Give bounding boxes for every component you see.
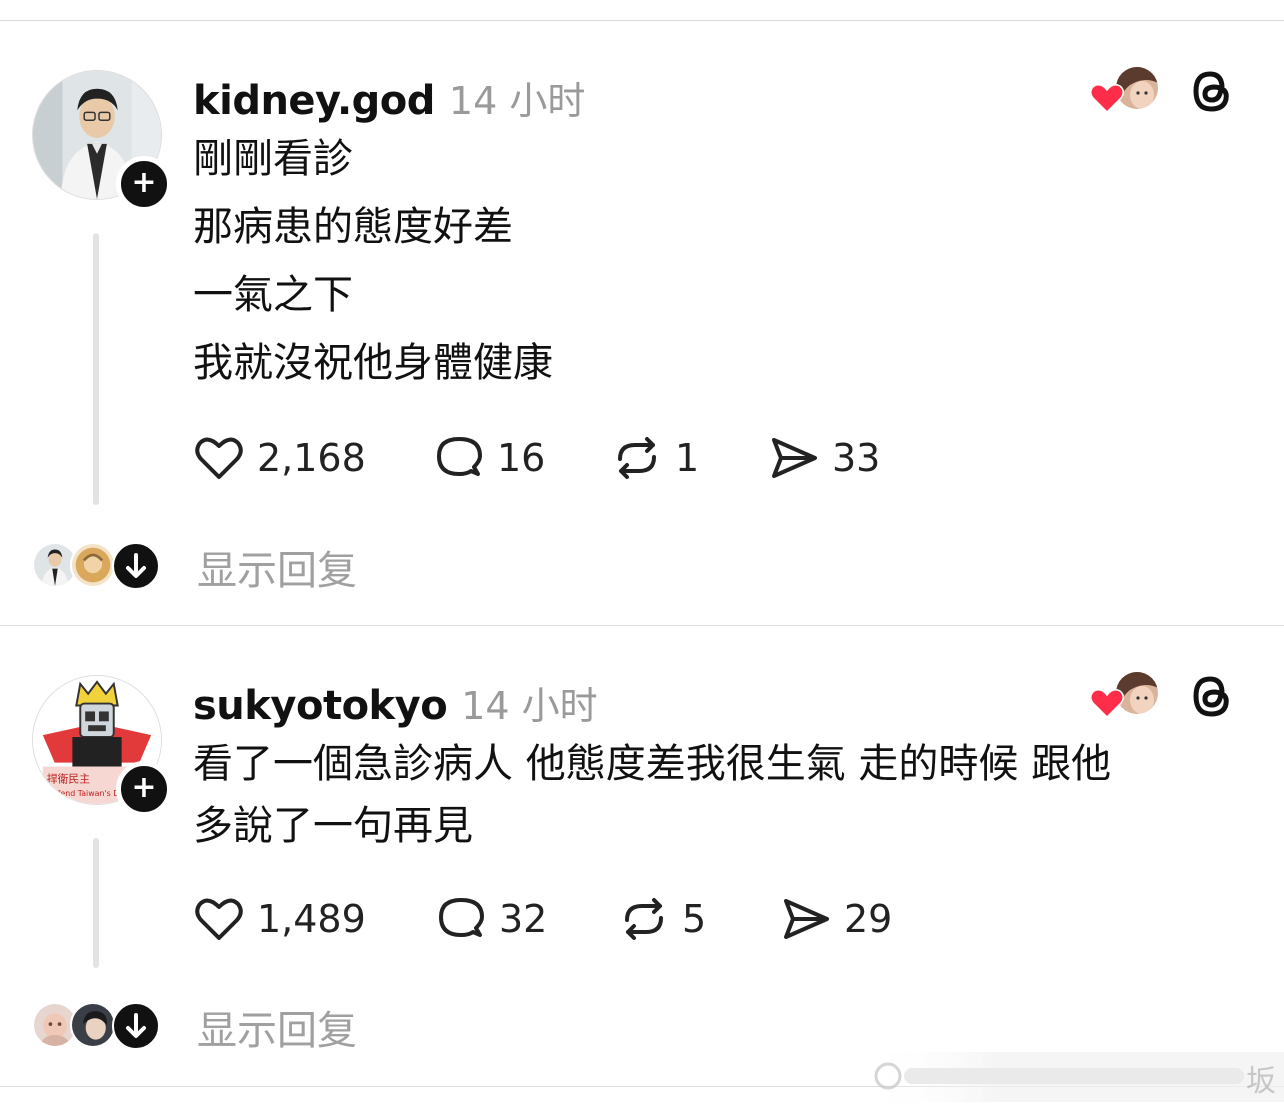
top-divider: [0, 20, 1284, 21]
repost-button[interactable]: 5: [618, 894, 706, 944]
show-replies-link[interactable]: 显示回复: [197, 998, 357, 1056]
arrow-down-icon: [126, 1013, 146, 1038]
username[interactable]: sukyotokyo: [193, 683, 448, 729]
timestamp: 14 小时: [461, 684, 598, 728]
post-body: 剛剛看診 那病患的態度好差 一氣之下 我就沒祝他身體健康: [193, 125, 553, 397]
comment-count: 32: [499, 897, 548, 941]
expand-replies-button[interactable]: [112, 1002, 160, 1050]
post-line: 多說了一句再見: [193, 803, 473, 849]
arrow-down-icon: [126, 553, 146, 578]
repost-count: 1: [675, 436, 700, 480]
speech-bubble-icon: [437, 437, 482, 476]
paper-plane-icon: [772, 438, 817, 478]
heart-outline-icon: [195, 437, 243, 479]
reply-avatar: [70, 542, 116, 588]
speech-bubble-icon: [439, 898, 484, 937]
comment-button[interactable]: 16: [433, 433, 545, 483]
post-body: 看了一個急診病人 他態度差我很生氣 走的時候 跟他 多說了一句再見: [193, 733, 1111, 857]
watermark: 坂: [870, 1052, 1284, 1102]
like-count: 1,489: [257, 897, 366, 941]
post-line: 剛剛看診: [193, 136, 353, 182]
post-line: 看了一個急診病人 他態度差我很生氣 走的時候 跟他: [193, 741, 1112, 787]
like-count: 2,168: [257, 436, 366, 480]
expand-replies-button[interactable]: [112, 542, 160, 590]
post-header: kidney.god 14 小时: [193, 70, 585, 124]
share-button[interactable]: 33: [768, 433, 880, 483]
timestamp: 14 小时: [448, 79, 586, 123]
post-header: sukyotokyo 14 小时: [193, 675, 598, 729]
follow-button[interactable]: +: [116, 761, 172, 817]
plus-icon: +: [131, 770, 157, 805]
share-button[interactable]: 29: [780, 894, 892, 944]
watermark-graphic: [870, 1052, 1284, 1102]
paper-plane-icon: [784, 899, 829, 939]
red-heart-icon: [1090, 83, 1124, 113]
watermark-text: 坂: [1246, 1064, 1276, 1099]
repost-button[interactable]: 1: [611, 433, 699, 483]
thread-line: [93, 233, 99, 505]
threads-logo-icon[interactable]: [1188, 66, 1234, 116]
show-replies-link[interactable]: 显示回复: [197, 538, 357, 596]
follow-button[interactable]: +: [116, 156, 172, 212]
share-count: 33: [832, 436, 881, 480]
heart-outline-icon: [195, 898, 243, 940]
like-button[interactable]: 1,489: [193, 894, 366, 944]
repost-arrows-icon: [625, 898, 663, 940]
post-divider: [0, 625, 1284, 626]
post-line: 一氣之下: [193, 272, 353, 318]
share-count: 29: [844, 897, 893, 941]
svg-text:捍衛民主: 捍衛民主: [47, 771, 90, 785]
threads-feed: + kidney.god 14 小时 剛剛看診 那病患的態度好差 一氣之下 我就…: [0, 0, 1284, 1105]
liked-by-indicator[interactable]: [1090, 65, 1162, 115]
repost-arrows-icon: [618, 437, 656, 479]
liked-by-indicator[interactable]: [1090, 670, 1162, 720]
post-line: 那病患的態度好差: [193, 204, 513, 250]
reply-avatar: [70, 1002, 116, 1048]
threads-logo-icon[interactable]: [1188, 671, 1234, 721]
comment-count: 16: [497, 436, 546, 480]
like-button[interactable]: 2,168: [193, 433, 366, 483]
post-line: 我就沒祝他身體健康: [193, 340, 553, 386]
username[interactable]: kidney.god: [193, 78, 435, 124]
repost-count: 5: [682, 897, 707, 941]
plus-icon: +: [131, 165, 157, 200]
comment-button[interactable]: 32: [435, 894, 547, 944]
red-heart-icon: [1090, 688, 1124, 718]
thread-line: [93, 838, 99, 968]
